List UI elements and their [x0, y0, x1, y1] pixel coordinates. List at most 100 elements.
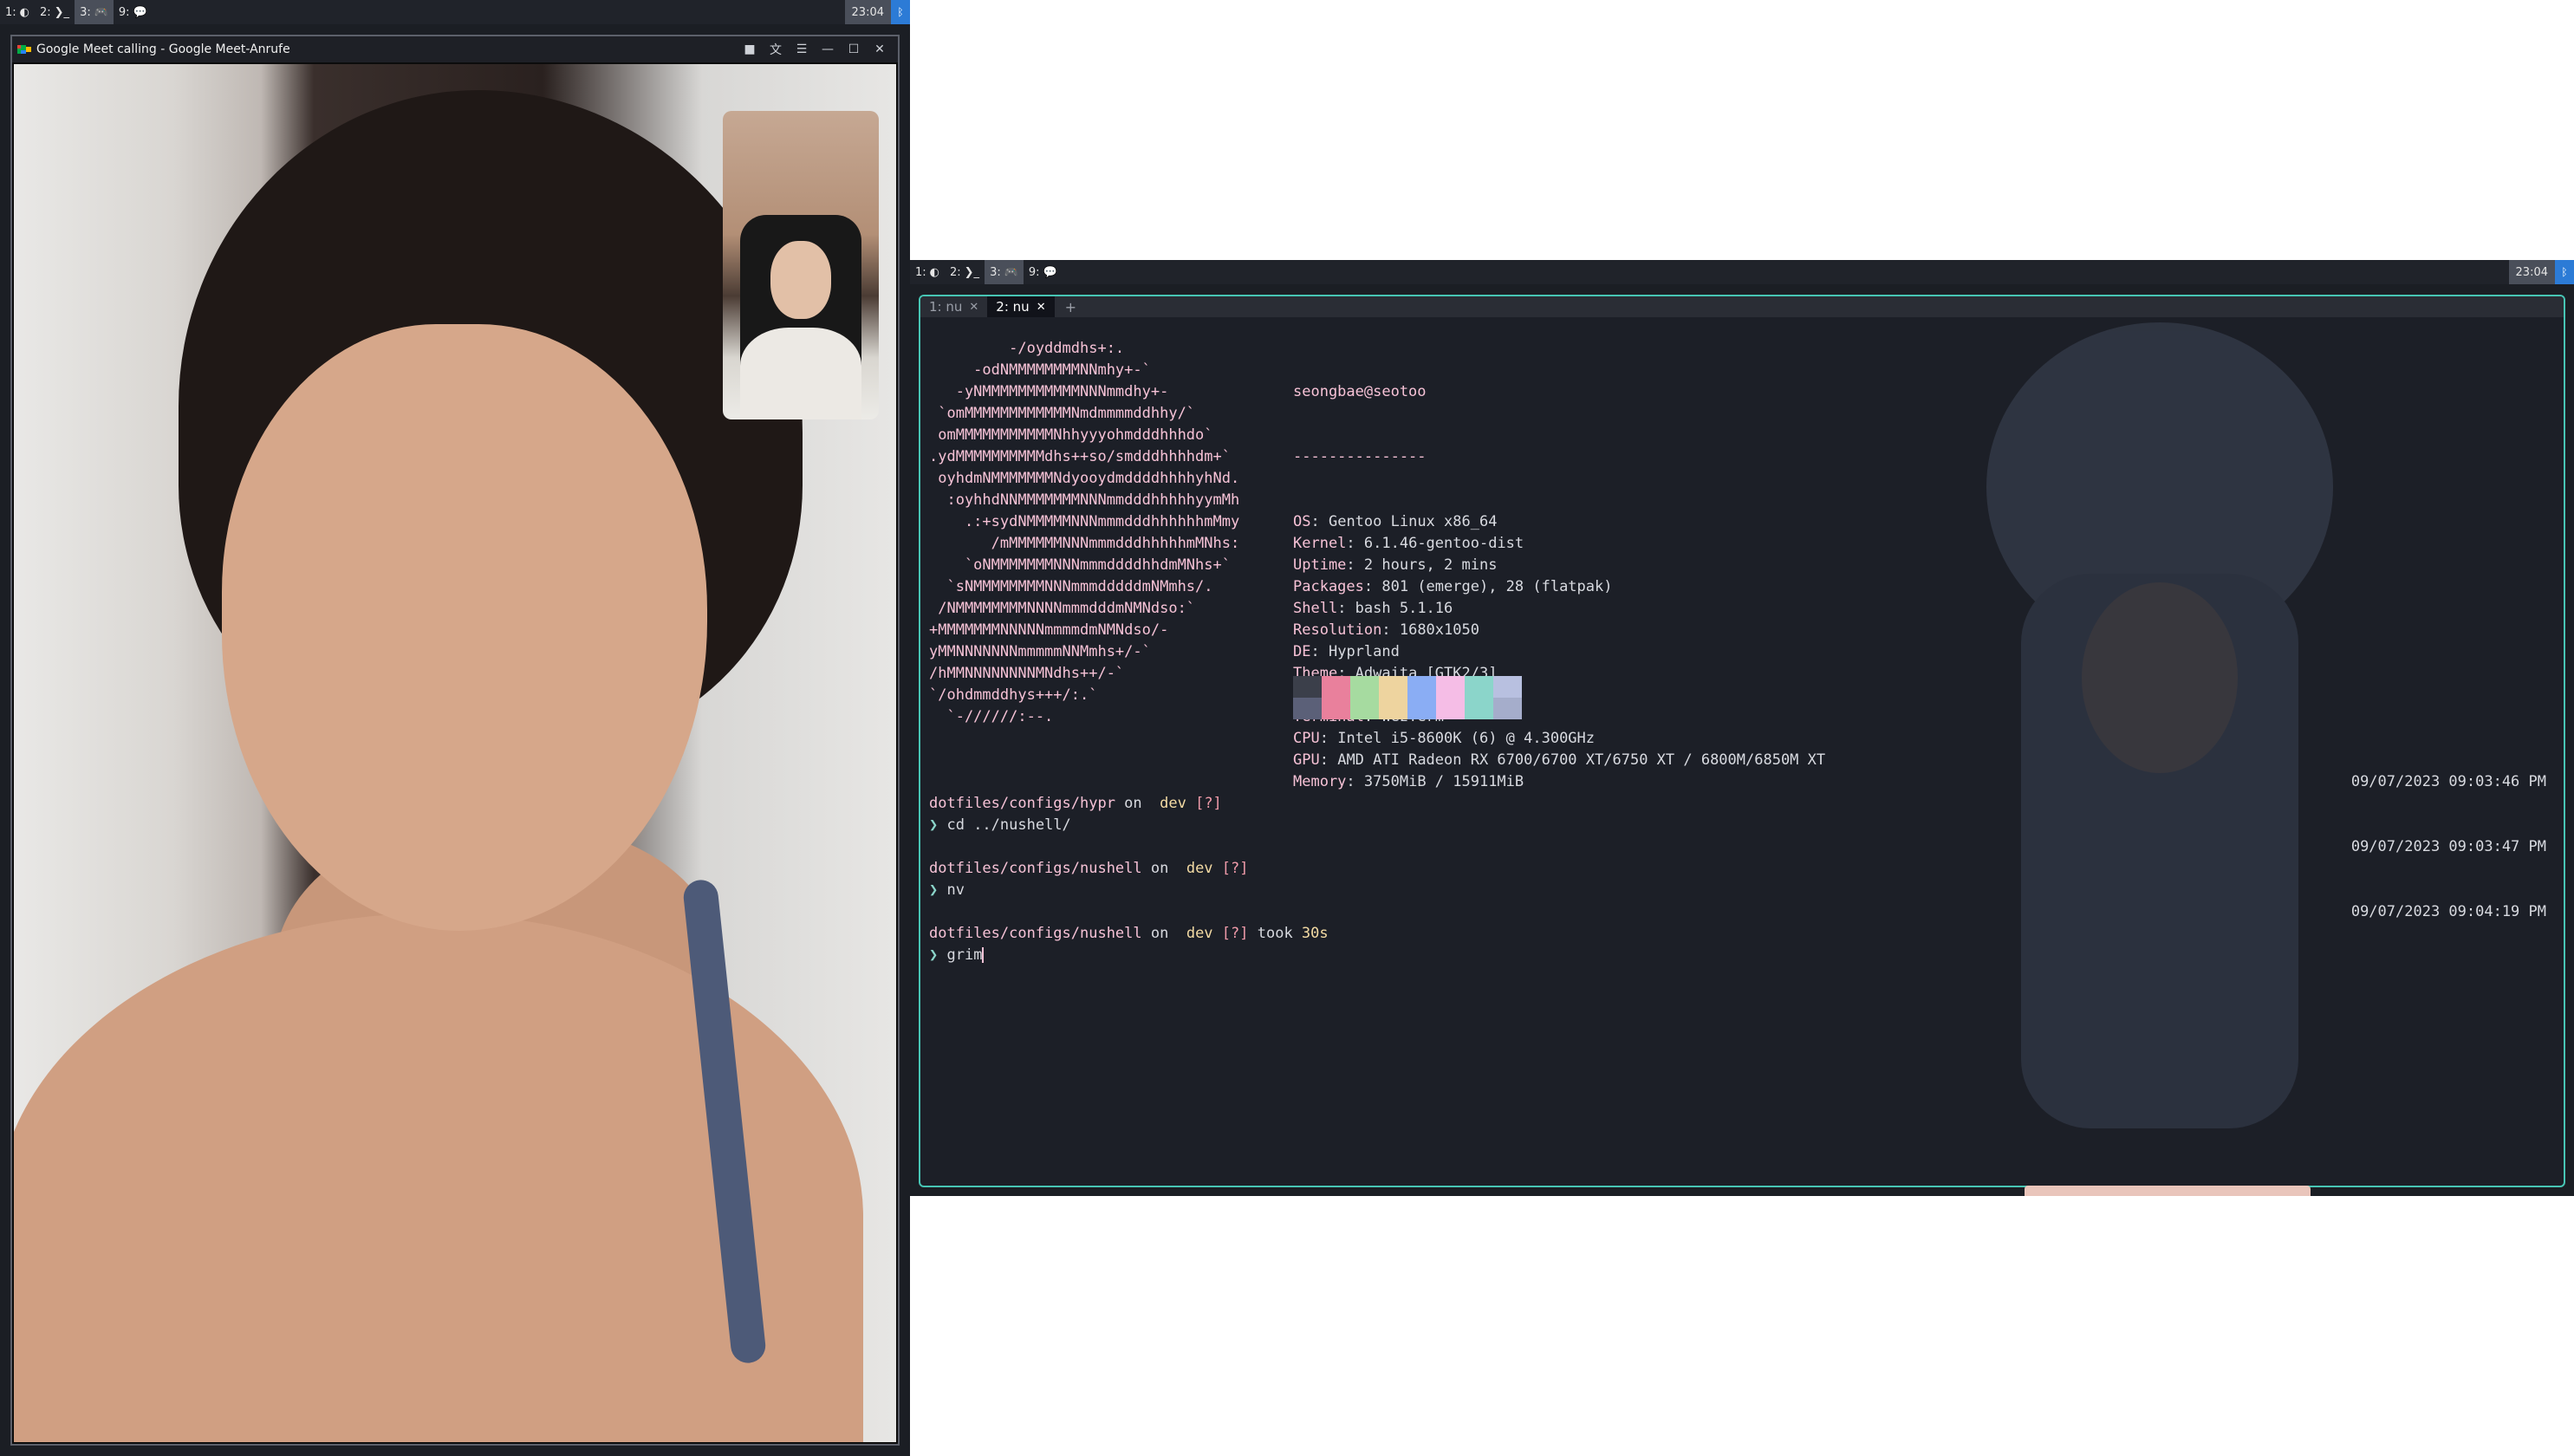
- git-branch: dev: [1177, 925, 1222, 942]
- palette-swatch: [1379, 698, 1407, 719]
- maximize-button[interactable]: ☐: [841, 42, 867, 56]
- ascii-line: /hMMNNNNNNNNMNdhs++/-`: [929, 665, 1125, 682]
- info-key: Memory: [1293, 773, 1347, 790]
- bluetooth-icon[interactable]: ᛒ: [891, 0, 910, 24]
- google-meet-icon: [17, 43, 31, 55]
- prompt-caret: ❯: [929, 881, 947, 899]
- ascii-line: :oyhhdNNMMMMMMMNNNmmdddhhhhhyymMh: [929, 491, 1240, 509]
- translate-icon[interactable]: 文: [763, 41, 789, 58]
- workspace-9-button[interactable]: 9: 💬: [1024, 260, 1063, 284]
- window-titlebar[interactable]: Google Meet calling - Google Meet-Anrufe…: [12, 36, 898, 62]
- prompt-on: on: [1115, 795, 1151, 812]
- info-key: Kernel: [1293, 535, 1347, 552]
- chat-icon: 💬: [1043, 265, 1057, 279]
- workspace-9-button[interactable]: 9: 💬: [114, 0, 153, 24]
- palette-swatch: [1293, 676, 1322, 698]
- close-tab-icon[interactable]: ✕: [1037, 301, 1046, 314]
- tab-2-nu[interactable]: 2: nu ✕: [987, 296, 1055, 317]
- chrome-icon: ◐: [19, 5, 29, 19]
- workspace-1-button[interactable]: 1: ◐: [0, 0, 35, 24]
- prompt-path: dotfiles/configs/nushell: [929, 860, 1142, 877]
- self-view-video[interactable]: [723, 111, 879, 419]
- command-line[interactable]: ❯ nv: [929, 880, 965, 901]
- menu-icon[interactable]: ☰: [789, 42, 815, 56]
- chat-icon: 💬: [133, 5, 147, 19]
- info-row: Memory: 3750MiB / 15911MiB: [1293, 773, 1524, 790]
- command-duration: 30s: [1301, 925, 1329, 942]
- ascii-line: `/ohdmmddhys+++/:.`: [929, 686, 1098, 704]
- prompt-on: on: [1141, 860, 1178, 877]
- info-value: AMD ATI Radeon RX 6700/6700 XT/6750 XT /…: [1337, 751, 1826, 769]
- camera-icon[interactable]: ■: [737, 42, 763, 56]
- command-line[interactable]: ❯ grim: [929, 945, 985, 966]
- info-row: Kernel: 6.1.46-gentoo-dist: [1293, 535, 1524, 552]
- neofetch-logo: -/oyddmdhs+:. -odNMMMMMMMMNNmhy+-` -yNMM…: [929, 338, 1239, 728]
- minimize-button[interactable]: —: [815, 42, 841, 56]
- git-status: [?]: [1221, 925, 1249, 942]
- workspace-2-button[interactable]: 2: ❯_: [35, 0, 75, 24]
- info-value: Hyprland: [1328, 643, 1400, 660]
- info-value: 2 hours, 2 mins: [1363, 556, 1498, 574]
- remote-participant-video[interactable]: [14, 64, 896, 1442]
- prompt-caret: ❯: [929, 946, 947, 964]
- workspace-3-button[interactable]: 3: 🎮: [985, 260, 1024, 284]
- close-tab-icon[interactable]: ✕: [969, 301, 978, 314]
- left-status-bar: 1: ◐ 2: ❯_ 3: 🎮 9: 💬 23:04 ᛒ: [0, 0, 910, 24]
- info-row: Resolution: 1680x1050: [1293, 621, 1479, 639]
- took-label: took: [1248, 925, 1302, 942]
- info-value: Intel i5-8600K (6) @ 4.300GHz: [1337, 730, 1596, 747]
- ascii-line: omMMMMMMMMMMMNhhyyyohmdddhhhdo`: [929, 426, 1213, 444]
- wezterm-window[interactable]: 1: nu ✕ 2: nu ✕ + -/oyddmdhs+:. -odNMMMMMM…: [919, 295, 2565, 1187]
- command-line[interactable]: ❯ cd ../nushell/: [929, 815, 1071, 836]
- info-row: CPU: Intel i5-8600K (6) @ 4.300GHz: [1293, 730, 1596, 747]
- ascii-line: /NMMMMMMMMNNNNmmmdddmNMNdso:`: [929, 600, 1196, 617]
- workspace-1-button[interactable]: 1: ◐: [910, 260, 945, 284]
- close-button[interactable]: ✕: [867, 42, 893, 56]
- prompt-caret: ❯: [929, 816, 947, 834]
- palette-swatch: [1293, 698, 1322, 719]
- prompt-timestamp: 09/07/2023 09:03:46 PM: [2350, 773, 2546, 790]
- git-branch: dev: [1150, 795, 1196, 812]
- new-tab-button[interactable]: +: [1055, 299, 1087, 315]
- separator-line: ---------------: [1293, 448, 1427, 465]
- info-key: CPU: [1293, 730, 1320, 747]
- chrome-icon: ◐: [929, 265, 939, 279]
- user-host: seongbae@seotoo: [1293, 383, 1427, 400]
- bluetooth-icon[interactable]: ᛒ: [2555, 260, 2574, 284]
- info-row: Shell: bash 5.1.16: [1293, 600, 1453, 617]
- command-text: grim: [946, 946, 983, 964]
- info-value: 6.1.46-gentoo-dist: [1363, 535, 1524, 552]
- clock[interactable]: 23:04: [2508, 260, 2555, 284]
- info-row: DE: Hyprland: [1293, 643, 1400, 660]
- terminal-icon: ❯_: [54, 5, 70, 19]
- prompt-line: dotfiles/configs/nushell on dev [?] took…: [929, 923, 1329, 945]
- prompt-line: dotfiles/configs/hypr on dev [?]: [929, 793, 1222, 815]
- color-palette: [1293, 676, 1522, 719]
- command-text: cd ../nushell/: [946, 816, 1071, 834]
- prompt-timestamp: 09/07/2023 09:03:47 PM: [2350, 838, 2546, 855]
- workspace-3-button[interactable]: 3: 🎮: [75, 0, 114, 24]
- git-branch: dev: [1177, 860, 1222, 877]
- left-monitor: 1: ◐ 2: ❯_ 3: 🎮 9: 💬 23:04 ᛒ Google Meet cal…: [0, 0, 910, 1456]
- ascii-line: .ydMMMMMMMMMMdhs++so/smdddhhhhdm+`: [929, 448, 1231, 465]
- command-text: nv: [946, 881, 965, 899]
- info-row: OS: Gentoo Linux x86_64: [1293, 513, 1498, 530]
- clock[interactable]: 23:04: [844, 0, 891, 24]
- palette-swatch: [1322, 698, 1350, 719]
- ascii-line: oyhdmNMMMMMMMNdyooydmddddhhhhyhNd.: [929, 470, 1240, 487]
- palette-swatch: [1493, 676, 1522, 698]
- ascii-line: yMMNNNNNNNmmmmmNNMmhs+/-`: [929, 643, 1151, 660]
- ascii-line: -/oyddmdhs+:.: [929, 340, 1125, 357]
- info-value: Gentoo Linux x86_64: [1328, 513, 1498, 530]
- workspace-2-button[interactable]: 2: ❯_: [945, 260, 985, 284]
- info-row: Packages: 801 (emerge), 28 (flatpak): [1293, 578, 1613, 595]
- right-status-bar: 1: ◐ 2: ❯_ 3: 🎮 9: 💬 23:04 ᛒ: [910, 260, 2574, 284]
- terminal-content[interactable]: -/oyddmdhs+:. -odNMMMMMMMMNNmhy+-` -yNMM…: [929, 338, 2558, 1186]
- gamepad-icon: 🎮: [94, 5, 108, 19]
- ascii-line: `-//////:--.: [929, 708, 1054, 725]
- info-value: bash 5.1.16: [1355, 600, 1453, 617]
- gamepad-icon: 🎮: [1004, 265, 1018, 279]
- palette-swatch: [1465, 676, 1493, 698]
- palette-swatch: [1350, 676, 1379, 698]
- tab-1-nu[interactable]: 1: nu ✕: [920, 296, 987, 317]
